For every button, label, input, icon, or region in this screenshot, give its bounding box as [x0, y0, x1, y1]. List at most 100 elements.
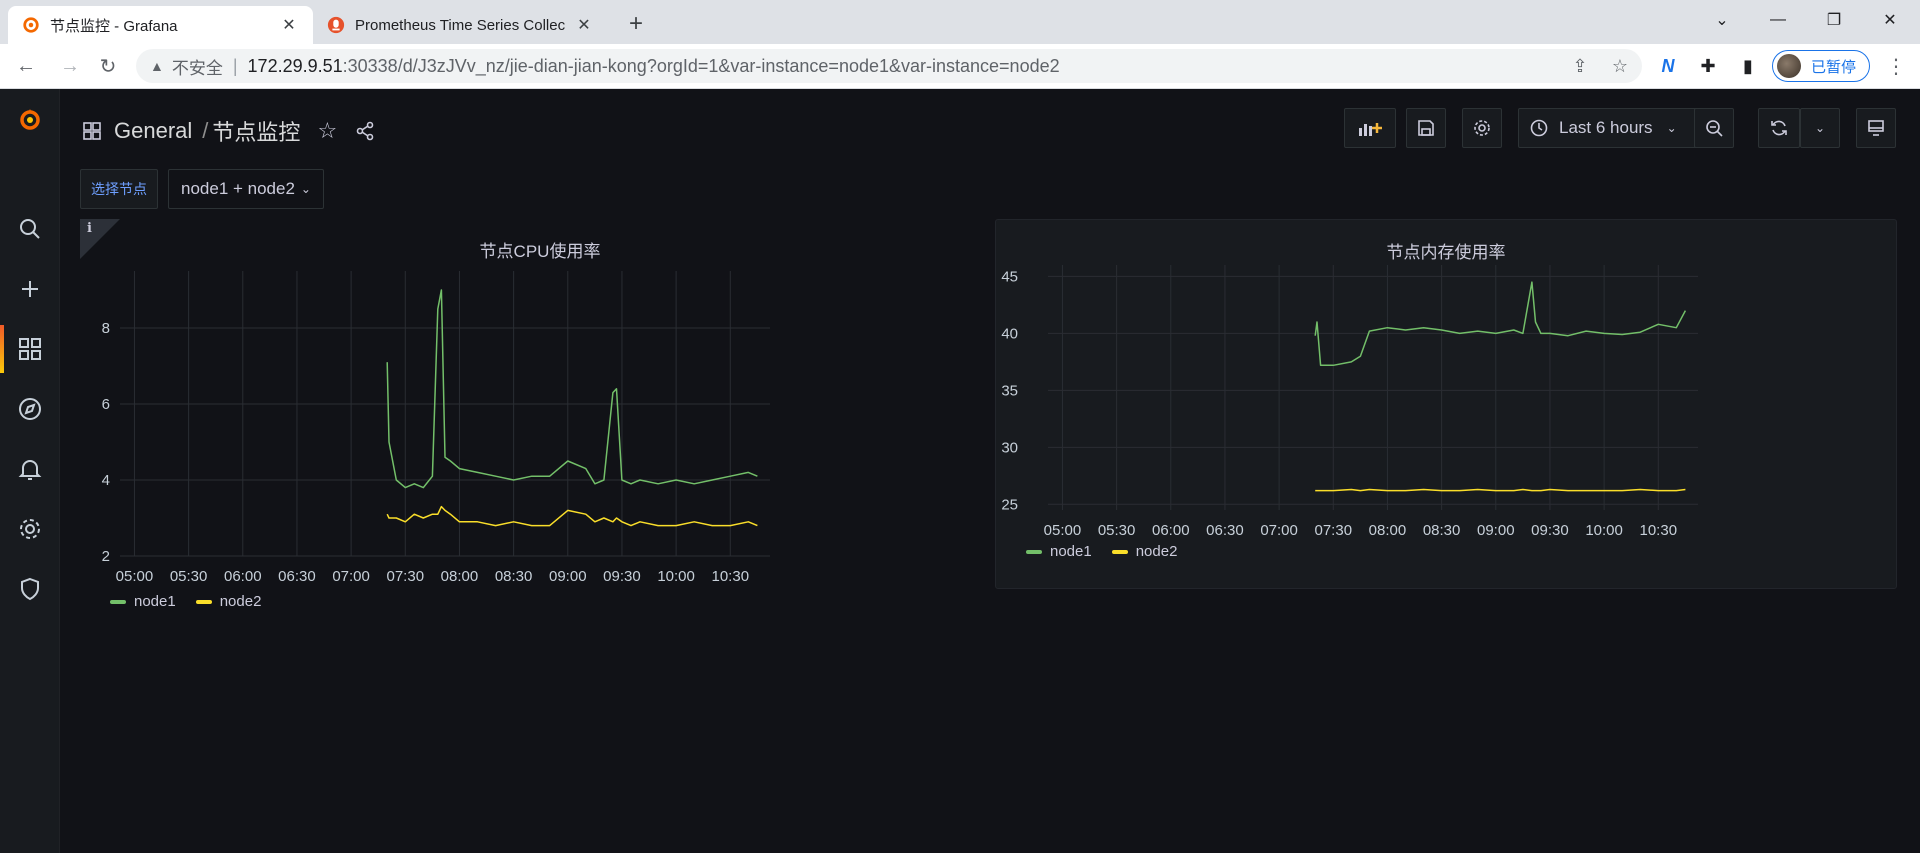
save-dashboard-button[interactable]: [1406, 108, 1446, 148]
restore-button[interactable]: ❐: [1806, 0, 1862, 40]
url-path: :30338/d/J3zJVv_nz/jie-dian-jian-kong?or…: [342, 55, 1060, 76]
tab-title: Prometheus Time Series Collec: [355, 16, 566, 34]
legend-swatch: [195, 599, 212, 604]
memory-usage-chart[interactable]: 05:00 05:30 06:00 06:30 07:00 07:30 08:00 08:30…: [996, 220, 1898, 590]
chart-legend: node1 node2: [1026, 543, 1197, 560]
profile-label: 已暂停: [1811, 58, 1857, 76]
cpu-usage-panel[interactable]: i 节点CPU使用率 05:00 05:30 06:00 06:30 07:00 07:3…: [80, 219, 1000, 629]
x-tick-label: 08:00: [1369, 522, 1407, 539]
legend-label: node1: [1050, 543, 1092, 560]
reload-button[interactable]: ↻: [92, 50, 124, 82]
x-tick-label: 05:30: [1098, 522, 1136, 539]
x-tick-label: 09:00: [1477, 522, 1515, 539]
variable-label: 选择节点: [80, 169, 158, 209]
legend-item-node2[interactable]: node2: [195, 593, 262, 610]
explore-compass-icon[interactable]: [0, 385, 60, 433]
y-tick-label: 6: [102, 396, 110, 413]
extension-n-icon[interactable]: N: [1652, 50, 1684, 82]
new-tab-button[interactable]: +: [620, 8, 652, 40]
forward-button[interactable]: →: [54, 50, 86, 82]
x-tick-label: 09:30: [1531, 522, 1569, 539]
share-page-icon[interactable]: ⇪: [1564, 50, 1596, 82]
refresh-interval-button[interactable]: ⌄: [1800, 108, 1840, 148]
x-tick-label: 05:00: [1044, 522, 1082, 539]
x-tick-label: 10:00: [1585, 522, 1623, 539]
extensions-puzzle-icon[interactable]: ✚: [1692, 50, 1724, 82]
folder-link[interactable]: General: [114, 118, 192, 144]
dashboard-settings-button[interactable]: [1462, 108, 1502, 148]
time-picker-button[interactable]: Last 6 hours ⌄: [1518, 108, 1698, 148]
share-icon[interactable]: [354, 120, 376, 142]
y-tick-label: 30: [1001, 439, 1018, 456]
close-tab-icon[interactable]: ✕: [279, 15, 299, 35]
browser-tabbar: 节点监控 - Grafana ✕ Prometheus Time Series …: [0, 0, 1920, 44]
x-tick-label: 06:30: [278, 568, 316, 585]
cpu-usage-chart[interactable]: 05:00 05:30 06:00 06:30 07:00 07:30 08:00 08:30…: [80, 219, 1000, 629]
server-admin-shield-icon[interactable]: [0, 565, 60, 613]
x-tick-label: 05:00: [116, 568, 154, 585]
browser-menu-icon[interactable]: ⋮: [1880, 50, 1912, 82]
legend-item-node1[interactable]: node1: [1026, 543, 1092, 560]
y-tick-label: 45: [1001, 268, 1018, 285]
memory-usage-panel[interactable]: 节点内存使用率 05:00 05:30 06:00 06:30 07:00 07:30 08…: [995, 219, 1897, 589]
tv-mode-button[interactable]: [1856, 108, 1896, 148]
x-tick-label: 06:30: [1206, 522, 1244, 539]
page-title[interactable]: 节点监控: [212, 115, 300, 147]
search-icon[interactable]: [0, 205, 60, 253]
side-panel-icon[interactable]: ▮: [1732, 50, 1764, 82]
prometheus-favicon-icon: [327, 16, 345, 34]
x-tick-label: 08:00: [441, 568, 479, 585]
x-tick-label: 10:00: [657, 568, 695, 585]
gear-icon: [1474, 120, 1490, 136]
close-tab-icon[interactable]: ✕: [574, 15, 594, 35]
grafana-logo-icon[interactable]: [0, 95, 60, 143]
y-tick-label: 40: [1001, 325, 1018, 342]
dashboards-grid-icon[interactable]: [0, 325, 60, 373]
tab-search-icon[interactable]: ⌄: [1694, 0, 1750, 40]
add-panel-button[interactable]: [1344, 108, 1396, 148]
x-tick-label: 07:00: [332, 568, 370, 585]
refresh-button[interactable]: [1758, 108, 1800, 148]
x-tick-label: 09:30: [603, 568, 641, 585]
insecure-label: 不安全: [171, 58, 223, 78]
avatar: [1777, 54, 1801, 78]
legend-label: node1: [134, 593, 176, 610]
clock-icon: [1530, 119, 1548, 137]
legend-item-node2[interactable]: node2: [1111, 543, 1178, 560]
zoom-out-button[interactable]: [1694, 108, 1734, 148]
y-tick-label: 4: [102, 472, 110, 489]
x-tick-label: 06:00: [1152, 522, 1190, 539]
legend-swatch: [110, 599, 126, 604]
tab-grafana[interactable]: 节点监控 - Grafana ✕: [8, 6, 313, 44]
back-button[interactable]: ←: [10, 50, 42, 82]
create-plus-icon[interactable]: [0, 265, 60, 313]
x-tick-label: 07:30: [1315, 522, 1353, 539]
legend-swatch: [1026, 549, 1042, 554]
instance-variable-select[interactable]: node1 + node2 ⌄: [168, 169, 324, 209]
x-tick-label: 07:00: [1260, 522, 1298, 539]
legend-label: node2: [1135, 543, 1178, 560]
address-bar[interactable]: ▲ 不安全 | 172.29.9.51:30338/d/J3zJVv_nz/ji…: [136, 49, 1642, 83]
y-tick-label: 25: [1001, 496, 1018, 513]
configuration-gear-icon[interactable]: [0, 505, 60, 553]
browser-toolbar: ← → ↻ ▲ 不安全 | 172.29.9.51:30338/d/J3zJVv…: [0, 44, 1920, 89]
dashboard-main: General / 节点监控 ☆ Last 6 hours ⌄ ⌄ 选择节点 n…: [60, 89, 1920, 853]
tab-title: 节点监控 - Grafana: [50, 17, 178, 35]
x-tick-label: 10:30: [1640, 522, 1678, 539]
breadcrumb: General / 节点监控 ☆: [82, 115, 376, 147]
x-tick-label: 08:30: [1423, 522, 1461, 539]
star-icon[interactable]: ☆: [316, 118, 338, 143]
minimize-button[interactable]: —: [1750, 0, 1806, 40]
legend-label: node2: [219, 593, 262, 610]
tab-prometheus[interactable]: Prometheus Time Series Collec ✕: [313, 6, 608, 44]
refresh-icon: [1771, 120, 1787, 136]
close-window-button[interactable]: ✕: [1862, 0, 1918, 40]
x-tick-label: 05:30: [170, 568, 208, 585]
x-tick-label: 09:00: [549, 568, 587, 585]
bookmark-star-icon[interactable]: ☆: [1604, 50, 1636, 82]
profile-button[interactable]: 已暂停: [1772, 50, 1870, 82]
legend-item-node1[interactable]: node1: [110, 593, 176, 610]
add-panel-icon: [1359, 123, 1382, 136]
alerting-bell-icon[interactable]: [0, 445, 60, 493]
x-tick-label: 08:30: [495, 568, 533, 585]
